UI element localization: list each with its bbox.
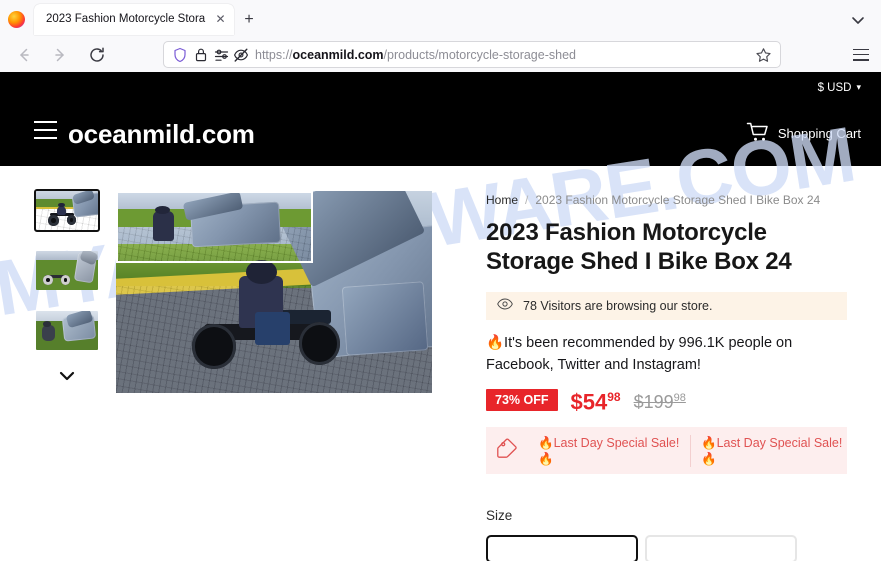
compare-price-cents: 98 — [673, 392, 686, 405]
announcement-bar: $ USD ▾ — [0, 72, 881, 102]
shield-icon[interactable] — [172, 47, 188, 63]
reload-icon[interactable] — [87, 45, 107, 65]
product-gallery-thumbnails — [34, 189, 100, 391]
size-option-1[interactable] — [486, 535, 638, 561]
gallery-thumbnail-2[interactable] — [34, 249, 100, 292]
chevron-down-icon[interactable] — [847, 9, 869, 31]
site-header: oceanmild.com Shopping Cart — [0, 102, 881, 166]
cart-label: Shopping Cart — [777, 126, 861, 141]
gallery-thumbnail-1[interactable] — [34, 189, 100, 232]
url-domain: oceanmild.com — [292, 48, 384, 62]
url-scheme: https:// — [255, 48, 293, 62]
size-selector: Size — [486, 506, 849, 561]
gallery-thumbnail-3[interactable] — [34, 309, 100, 352]
tag-icon — [496, 437, 518, 464]
firefox-logo-icon — [8, 11, 25, 28]
tab-title: 2023 Fashion Motorcycle Stora — [46, 13, 206, 25]
browser-chrome: 2023 Fashion Motorcycle Stora ✕ + https:… — [0, 0, 881, 72]
breadcrumb-separator: / — [525, 193, 529, 207]
close-icon[interactable]: ✕ — [213, 12, 228, 27]
product-inset-image — [116, 191, 313, 263]
product-page: Home / 2023 Fashion Motorcycle Storage She… — [0, 166, 881, 561]
visitors-banner: 78 Visitors are browsing our store. — [486, 292, 847, 321]
permissions-icon[interactable] — [214, 47, 230, 63]
menu-toggle-button[interactable] — [34, 121, 58, 141]
page-title: 2023 Fashion Motorcycle Storage Shed I B… — [486, 219, 792, 275]
currency-label: $ USD — [817, 82, 852, 94]
new-tab-button[interactable]: + — [238, 9, 260, 31]
gallery-next-button[interactable] — [34, 369, 100, 391]
eye-icon — [497, 297, 513, 315]
breadcrumb-current: 2023 Fashion Motorcycle Storage Shed I B… — [535, 193, 821, 207]
url-path: /products/motorcycle-storage-shed — [383, 48, 576, 62]
sale-price: $5498 — [571, 385, 621, 414]
currency-selector[interactable]: $ USD ▾ — [818, 78, 861, 96]
breadcrumb: Home / 2023 Fashion Motorcycle Storage She… — [486, 191, 849, 209]
back-arrow-icon[interactable] — [14, 45, 34, 65]
page-content: $ USD▾ oceanmild.com Shopping Cart MYANT… — [0, 72, 881, 561]
sale-item: 🔥Last Day Special Sale!🔥 — [538, 435, 680, 466]
size-options — [486, 535, 849, 561]
bookmark-star-icon[interactable] — [755, 47, 772, 64]
price-row: 73% OFF $5498 $19998 — [486, 385, 849, 414]
hamburger-menu-icon[interactable] — [851, 45, 871, 63]
site-logo[interactable]: oceanmild.com — [68, 117, 255, 151]
shopping-cart-link[interactable]: Shopping Cart — [746, 121, 861, 148]
compare-price-dollars: $199 — [633, 392, 674, 413]
breadcrumb-home-link[interactable]: Home — [486, 193, 518, 207]
visitors-text: 78 Visitors are browsing our store. — [523, 299, 713, 314]
lock-icon[interactable] — [194, 47, 208, 63]
product-info-column: Home / 2023 Fashion Motorcycle Storage She… — [486, 191, 849, 561]
browser-tab[interactable]: 2023 Fashion Motorcycle Stora ✕ — [34, 4, 234, 35]
size-label: Size — [486, 508, 513, 524]
chevron-down-icon: ▾ — [856, 82, 861, 92]
sale-item: 🔥Last Day Special Sale!🔥 — [690, 434, 850, 467]
product-main-image[interactable] — [116, 191, 432, 393]
sale-price-cents: 98 — [607, 390, 621, 405]
recommendation-text: 🔥It's been recommended by 996.1K people … — [486, 335, 793, 374]
compare-price: $19998 — [634, 387, 686, 413]
address-bar[interactable]: https://oceanmild.com/products/motorcycl… — [163, 41, 781, 68]
size-option-2[interactable] — [645, 535, 797, 561]
discount-badge: 73% OFF — [486, 389, 558, 412]
forward-arrow-icon[interactable] — [50, 45, 70, 65]
url-text: https://oceanmild.com/products/motorcycl… — [255, 47, 576, 64]
tab-strip: 2023 Fashion Motorcycle Stora ✕ + — [0, 0, 881, 38]
tracking-protection-off-icon[interactable] — [233, 47, 249, 63]
sale-items-list: 🔥Last Day Special Sale!🔥 🔥Last Day Speci… — [530, 434, 850, 467]
cart-icon — [746, 121, 770, 148]
sale-banner: 🔥Last Day Special Sale!🔥 🔥Last Day Speci… — [486, 427, 850, 475]
sale-price-dollars: $54 — [570, 389, 608, 415]
